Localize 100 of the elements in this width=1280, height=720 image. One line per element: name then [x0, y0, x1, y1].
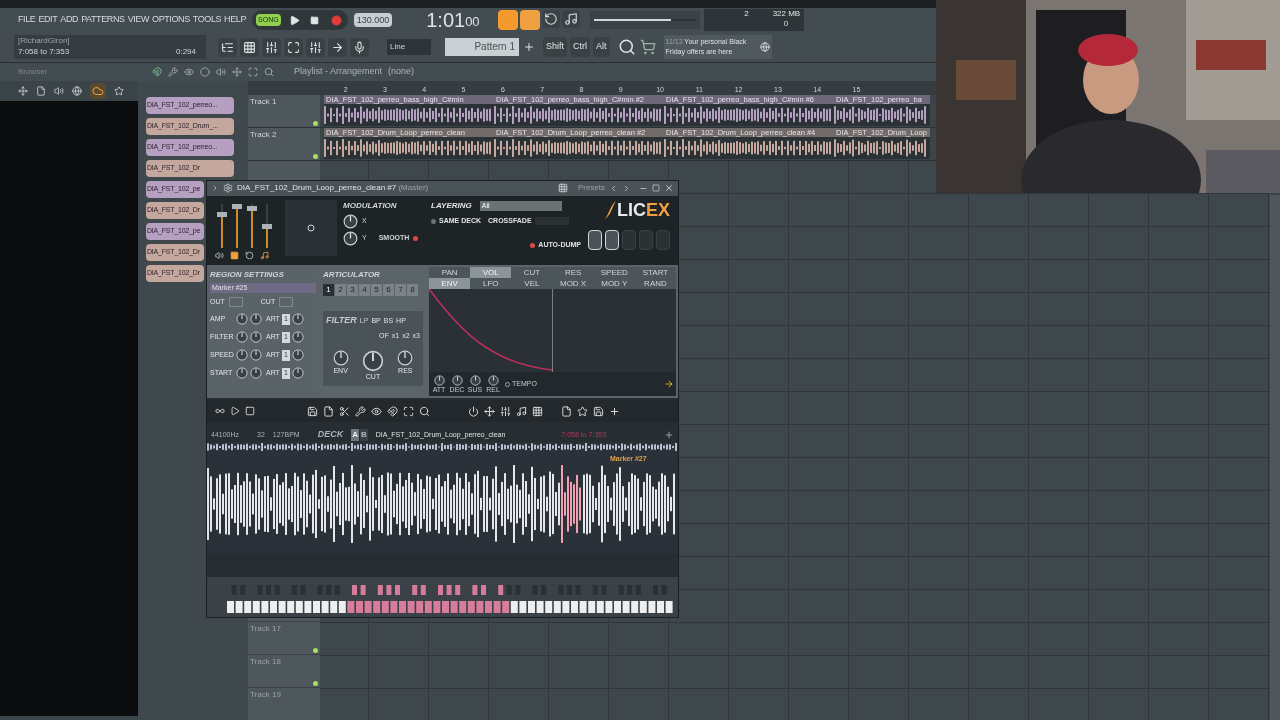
wrench-icon[interactable]: [355, 405, 366, 417]
menu-item[interactable]: VIEW: [127, 13, 150, 27]
knob[interactable]: [250, 367, 262, 380]
cut-field[interactable]: [279, 297, 294, 308]
scissors-icon[interactable]: [339, 405, 350, 417]
next-icon[interactable]: [622, 183, 631, 193]
envelope-tab[interactable]: START: [634, 267, 677, 279]
stop-icon[interactable]: [309, 15, 319, 25]
knob[interactable]: [236, 349, 248, 362]
same-deck-led[interactable]: [431, 218, 436, 224]
knob[interactable]: [343, 213, 358, 229]
add-pattern-icon[interactable]: [523, 41, 535, 53]
countdown-button[interactable]: [520, 10, 541, 30]
typing-keyboard-button[interactable]: [498, 10, 519, 30]
articulator-slot[interactable]: 7: [395, 284, 406, 297]
track-header[interactable]: Track 2: [248, 128, 320, 160]
track-header[interactable]: Track 1: [248, 95, 320, 127]
envelope-tab[interactable]: RAND: [634, 278, 677, 290]
knob[interactable]: [291, 313, 304, 326]
mixer-icon[interactable]: [306, 37, 325, 57]
articulator-slot[interactable]: 5: [371, 284, 382, 297]
master-volume-slider[interactable]: [590, 11, 701, 29]
cart-icon[interactable]: [639, 39, 656, 55]
knob[interactable]: [291, 331, 304, 344]
track-led[interactable]: [313, 648, 318, 653]
knob[interactable]: [250, 331, 262, 344]
articulator-slot[interactable]: 3: [347, 284, 358, 297]
track-header[interactable]: Track 18: [248, 654, 320, 687]
out-field[interactable]: [228, 297, 243, 308]
envelope-tab[interactable]: VEL: [511, 278, 553, 290]
track-led[interactable]: [313, 681, 318, 686]
knob[interactable]: [236, 313, 248, 326]
knob[interactable]: [332, 350, 349, 367]
knob[interactable]: [397, 350, 414, 367]
envelope-tab[interactable]: MOD Y: [593, 278, 635, 290]
play-icon[interactable]: [230, 406, 240, 417]
articulator-slot[interactable]: 4: [359, 284, 370, 297]
articulator-slot[interactable]: 1: [323, 284, 334, 297]
playlist-pattern[interactable]: (none): [388, 65, 415, 79]
envelope-tab[interactable]: RES: [552, 267, 594, 279]
previous-icon[interactable]: [609, 183, 618, 193]
articulator-slot[interactable]: 2: [335, 284, 346, 297]
knob[interactable]: [469, 374, 481, 386]
volume-icon[interactable]: [215, 250, 224, 260]
articulator-slot[interactable]: 8: [407, 284, 418, 297]
knob[interactable]: [433, 374, 445, 386]
star-icon[interactable]: [577, 405, 588, 417]
knob[interactable]: [291, 367, 304, 380]
settings-icon[interactable]: [223, 183, 233, 194]
knob[interactable]: [362, 350, 384, 373]
track-led[interactable]: [313, 154, 318, 159]
globe-icon[interactable]: [72, 86, 82, 96]
browser-icon[interactable]: [218, 37, 237, 57]
envelope-tab[interactable]: VOL: [470, 267, 512, 279]
star-icon[interactable]: [114, 86, 124, 96]
articulator-slot[interactable]: 6: [383, 284, 394, 297]
track-led[interactable]: [313, 121, 318, 126]
maximize-icon[interactable]: [652, 184, 660, 193]
tempo-field[interactable]: 130.000: [353, 13, 393, 27]
menu-item[interactable]: TOOLS: [192, 13, 222, 27]
envelope-tab[interactable]: ENV: [429, 278, 471, 290]
move-icon[interactable]: [484, 405, 495, 417]
knob[interactable]: [343, 230, 358, 246]
knob[interactable]: [236, 367, 248, 380]
modifier-key-button[interactable]: Alt: [593, 37, 610, 57]
knob[interactable]: [250, 313, 262, 326]
knob[interactable]: [236, 331, 248, 344]
envelope-tab[interactable]: CUT: [511, 267, 553, 279]
zoom-icon[interactable]: [419, 405, 430, 417]
record-icon[interactable]: [330, 14, 342, 26]
speaker-icon[interactable]: [54, 86, 64, 96]
magnifier-icon[interactable]: [617, 38, 636, 56]
menu-item[interactable]: HELP: [224, 13, 247, 27]
menu-item[interactable]: OPTIONS: [152, 13, 190, 27]
scrollbar[interactable]: [1270, 195, 1280, 720]
microphone-icon[interactable]: [350, 37, 369, 57]
eye-icon[interactable]: [371, 405, 382, 417]
knob[interactable]: [250, 349, 262, 362]
envelope-tab[interactable]: SPEED: [593, 267, 635, 279]
snap-select[interactable]: Line: [387, 39, 431, 55]
modifier-key-button[interactable]: Ctrl: [570, 37, 590, 57]
deck-button[interactable]: B: [360, 429, 368, 442]
xy-handle-icon[interactable]: [307, 223, 315, 232]
close-icon[interactable]: [664, 183, 674, 194]
menu-item[interactable]: PATTERNS: [81, 13, 125, 27]
add-icon[interactable]: [609, 405, 620, 417]
stop-icon[interactable]: [245, 406, 255, 417]
smooth-led[interactable]: [413, 235, 419, 241]
square-icon[interactable]: [230, 250, 239, 260]
collapse-icon[interactable]: [211, 184, 219, 193]
file-icon[interactable]: [36, 86, 46, 96]
track-header[interactable]: Track 19: [248, 687, 320, 720]
pattern-select[interactable]: Pattern 1: [445, 38, 519, 56]
select-icon[interactable]: [403, 405, 414, 417]
modifier-key-button[interactable]: Shift: [543, 37, 567, 57]
play-icon[interactable]: [288, 14, 300, 26]
loop-record-icon[interactable]: [542, 10, 561, 28]
knob[interactable]: [291, 349, 304, 362]
save-icon[interactable]: [307, 405, 318, 417]
note-icon[interactable]: [516, 405, 527, 417]
